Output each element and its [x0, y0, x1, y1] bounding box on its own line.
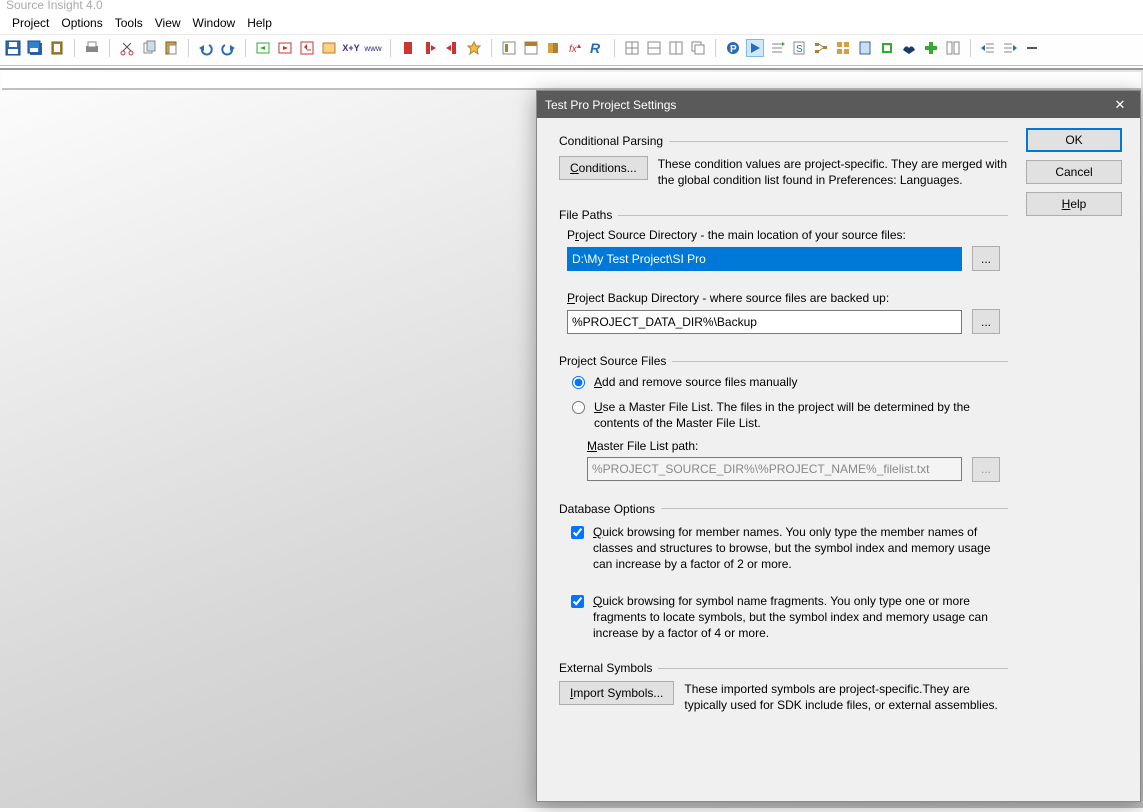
- minus-icon[interactable]: [1023, 39, 1041, 57]
- radio-manual[interactable]: [572, 376, 585, 389]
- project-source-dir-input[interactable]: [567, 247, 962, 271]
- bm-next-icon[interactable]: [421, 39, 439, 57]
- toolbar-sep: [970, 39, 971, 57]
- svg-text:S: S: [796, 44, 803, 55]
- group-external-symbols: External Symbols: [559, 661, 1008, 675]
- print-icon[interactable]: [83, 39, 101, 57]
- nav-back-icon[interactable]: [254, 39, 272, 57]
- help-button[interactable]: Help: [1026, 192, 1122, 216]
- dialog-titlebar[interactable]: Test Pro Project Settings ✕: [537, 91, 1140, 118]
- toolbar-sep: [491, 39, 492, 57]
- doc-blue-icon[interactable]: [856, 39, 874, 57]
- close-icon[interactable]: ✕: [1108, 97, 1132, 113]
- radio-master-list[interactable]: [572, 401, 585, 414]
- grid-icon[interactable]: [834, 39, 852, 57]
- clipboard-icon[interactable]: [48, 39, 66, 57]
- tree-icon[interactable]: [812, 39, 830, 57]
- book-green-icon[interactable]: [878, 39, 896, 57]
- menu-window[interactable]: Window: [193, 16, 236, 30]
- group-database-options: Database Options: [559, 502, 1008, 516]
- menu-options[interactable]: Options: [61, 16, 102, 30]
- sym-win-icon[interactable]: [500, 39, 518, 57]
- toolbar-sep: [390, 39, 391, 57]
- toolbar-sep: [614, 39, 615, 57]
- plus-green-icon[interactable]: [922, 39, 940, 57]
- dialog-title: Test Pro Project Settings: [545, 98, 1108, 112]
- cells-icon[interactable]: [944, 39, 962, 57]
- svg-text:R: R: [590, 40, 601, 56]
- indent-right-icon[interactable]: [1001, 39, 1019, 57]
- empty-tabbar: [2, 72, 1141, 90]
- copy-icon[interactable]: [140, 39, 158, 57]
- menu-view[interactable]: View: [155, 16, 181, 30]
- project-settings-dialog: Test Pro Project Settings ✕ Conditional …: [536, 90, 1141, 802]
- split-h-icon[interactable]: [623, 39, 641, 57]
- split-v2-icon[interactable]: [667, 39, 685, 57]
- group-conditional-parsing: Conditional Parsing: [559, 134, 1008, 148]
- goto-def-icon[interactable]: [298, 39, 316, 57]
- func-up-icon[interactable]: fx: [566, 39, 584, 57]
- undo-icon[interactable]: [197, 39, 215, 57]
- menu-tools[interactable]: Tools: [115, 16, 143, 30]
- redo-icon[interactable]: [219, 39, 237, 57]
- menu-project[interactable]: Project: [12, 16, 49, 30]
- ok-button[interactable]: OK: [1026, 128, 1122, 152]
- paste-icon[interactable]: [162, 39, 180, 57]
- nav-fwd-icon[interactable]: [276, 39, 294, 57]
- project-backup-dir-input[interactable]: [567, 310, 962, 334]
- bm-prev-icon[interactable]: [443, 39, 461, 57]
- check-quick-fragments[interactable]: [571, 595, 584, 608]
- group-file-paths: File Paths: [559, 208, 1008, 222]
- import-symbols-button[interactable]: Import Symbols...: [559, 681, 674, 705]
- master-file-list-label: Master File List path:: [587, 439, 1008, 453]
- svg-text:fx: fx: [569, 44, 578, 55]
- toolbar-sep: [245, 39, 246, 57]
- app-title-faded: Source Insight 4.0: [0, 0, 1143, 14]
- browse-src-button[interactable]: ...: [972, 246, 1000, 271]
- book-icon[interactable]: [544, 39, 562, 57]
- conditions-desc: These condition values are project-speci…: [658, 156, 1008, 188]
- browse-master-button: ...: [972, 457, 1000, 482]
- ctx-win-icon[interactable]: [522, 39, 540, 57]
- src-dir-label: Project Source Directory - the main loca…: [567, 228, 1008, 242]
- bm-set-icon[interactable]: [399, 39, 417, 57]
- radio-master-list-label: Use a Master File List. The files in the…: [594, 399, 1008, 431]
- indent-left-icon[interactable]: [979, 39, 997, 57]
- www-icon[interactable]: www: [364, 39, 382, 57]
- check-quick-members[interactable]: [571, 526, 584, 539]
- toolbar-sep: [715, 39, 716, 57]
- check-quick-members-label: Quick browsing for member names. You onl…: [593, 524, 1008, 573]
- radio-manual-label: Add and remove source files manually: [594, 374, 797, 390]
- highlight-run-icon[interactable]: [746, 39, 764, 57]
- toolbar-sep: [109, 39, 110, 57]
- star-icon[interactable]: [465, 39, 483, 57]
- xy-icon[interactable]: X+Y: [342, 39, 360, 57]
- cut-icon[interactable]: [118, 39, 136, 57]
- backup-dir-label: Project Backup Directory - where source …: [567, 291, 1008, 305]
- conditions-button[interactable]: Conditions...: [559, 156, 648, 180]
- menu-help[interactable]: Help: [247, 16, 272, 30]
- check-quick-fragments-label: Quick browsing for symbol name fragments…: [593, 593, 1008, 642]
- cascade-icon[interactable]: [689, 39, 707, 57]
- editor-workspace: Test Pro Project Settings ✕ Conditional …: [0, 66, 1143, 808]
- browse-backup-button[interactable]: ...: [972, 309, 1000, 334]
- group-project-source-files: Project Source Files: [559, 354, 1008, 368]
- import-symbols-desc: These imported symbols are project-speci…: [684, 681, 1008, 713]
- list-icon[interactable]: [768, 39, 786, 57]
- bird-icon[interactable]: [900, 39, 918, 57]
- toolbar-sep: [188, 39, 189, 57]
- split-v1-icon[interactable]: [645, 39, 663, 57]
- save-all-icon[interactable]: [26, 39, 44, 57]
- master-file-list-input: [587, 457, 962, 481]
- toolbar-sep: [74, 39, 75, 57]
- doc-sync-icon[interactable]: S: [790, 39, 808, 57]
- menubar: Project Options Tools View Window Help: [0, 14, 1143, 34]
- toolbar: X+Y www fx R P S: [0, 34, 1143, 66]
- svg-text:P: P: [730, 44, 737, 55]
- browse-icon[interactable]: [320, 39, 338, 57]
- circle-p-icon[interactable]: P: [724, 39, 742, 57]
- relations-icon[interactable]: R: [588, 39, 606, 57]
- cancel-button[interactable]: Cancel: [1026, 160, 1122, 184]
- save-icon[interactable]: [4, 39, 22, 57]
